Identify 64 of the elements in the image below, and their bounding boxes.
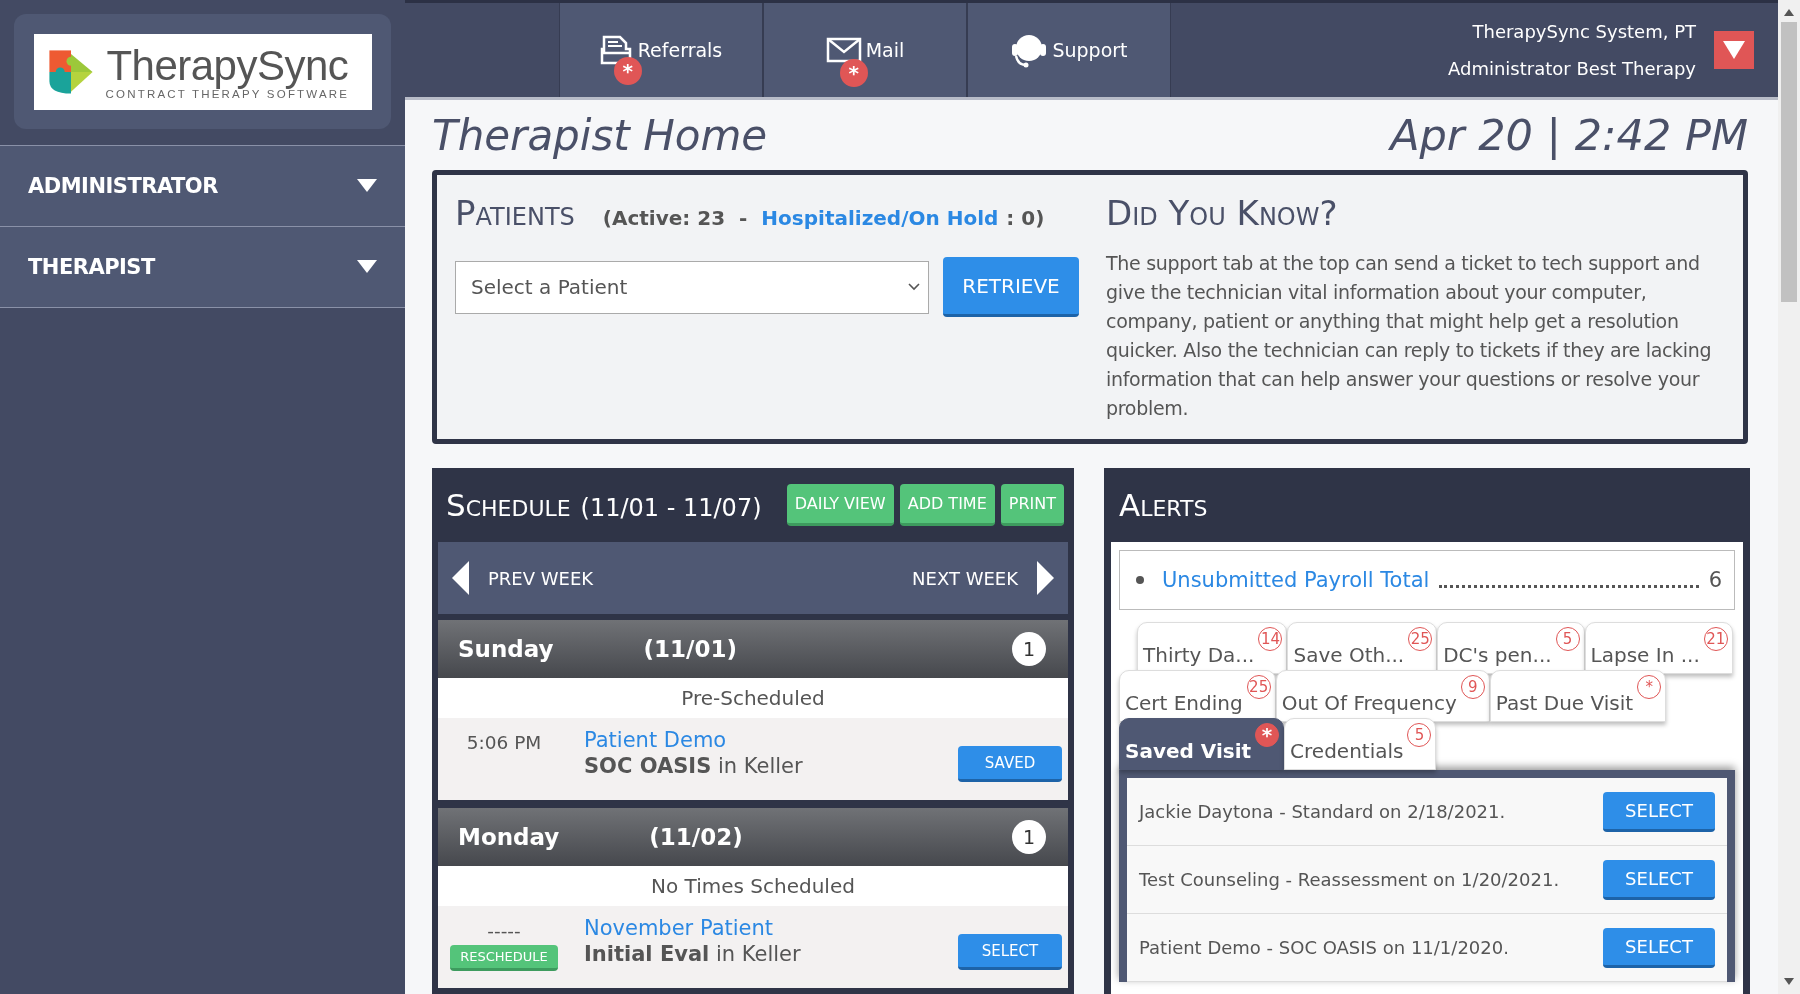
inbox-tray-icon: [599, 35, 634, 65]
visit-time: -----: [487, 920, 521, 941]
alert-tab[interactable]: Lapse In ... 21: [1584, 622, 1733, 674]
hospitalized-count: : 0): [1006, 206, 1045, 230]
prev-week-button[interactable]: PREV WEEK: [452, 561, 594, 595]
scroll-up-icon[interactable]: [1784, 8, 1794, 16]
bullet-icon: [1136, 576, 1144, 584]
logo-wordmark: TherapySync: [106, 43, 349, 88]
payroll-link[interactable]: Unsubmitted Payroll Total: [1162, 568, 1430, 592]
day-name: Sunday: [458, 636, 554, 662]
alert-tab[interactable]: Credentials 5: [1284, 718, 1437, 770]
sidebar-item[interactable]: THERAPIST: [0, 227, 405, 308]
chevron-down-icon: [908, 283, 920, 291]
logo[interactable]: TherapySync CONTRACT THERAPY SOFTWARE: [33, 33, 372, 110]
visit-description: SOC OASIS in Keller: [584, 754, 803, 778]
nav-tab[interactable]: * Referrals: [559, 3, 763, 97]
visit-description: Initial Eval in Keller: [584, 942, 801, 966]
payroll-count: 6: [1708, 568, 1722, 592]
scrollbar-thumb[interactable]: [1781, 22, 1797, 302]
alert-tab[interactable]: Past Due Visit *: [1489, 670, 1667, 722]
day-count-badge: 1: [1012, 632, 1046, 666]
alert-tab[interactable]: Cert Ending 25: [1119, 670, 1276, 722]
alert-tab[interactable]: Thirty Da... 14: [1137, 622, 1288, 674]
day-name: Monday: [458, 824, 560, 850]
visit-time: 5:06 PM: [466, 732, 542, 753]
alert-item-text: Jackie Daytona - Standard on 2/18/2021.: [1139, 801, 1506, 822]
arrow-left-icon: [452, 561, 470, 595]
alert-tab[interactable]: Saved Visit *: [1119, 718, 1285, 770]
user-role: Administrator Best Therapy: [1448, 58, 1696, 79]
headset-icon: [1010, 32, 1049, 68]
patient-select[interactable]: Select a Patient: [455, 260, 929, 314]
alert-tab[interactable]: DC's pen... 5: [1437, 622, 1585, 674]
alert-item-text: Patient Demo - SOC OASIS on 11/1/2020.: [1139, 937, 1509, 958]
arrow-right-icon: [1036, 561, 1054, 595]
active-count: (Active: 23 -: [602, 206, 748, 230]
alert-item-text: Test Counseling - Reassessment on 1/20/2021.: [1139, 869, 1560, 890]
nav-tab[interactable]: * Mail: [763, 3, 967, 97]
day-date: (11/01): [643, 636, 738, 662]
panel-title: Alerts: [1119, 487, 1208, 523]
count-badge: *: [1255, 723, 1280, 747]
caret-down-icon: [1723, 41, 1745, 59]
day-date: (11/02): [649, 824, 743, 850]
mail-icon: [825, 37, 862, 63]
day-status: Pre-Scheduled: [438, 678, 1068, 718]
nav-tab[interactable]: Support: [967, 3, 1171, 97]
page-title: Therapist Home: [432, 110, 768, 160]
caret-down-icon: [357, 260, 377, 274]
caret-down-icon: [357, 179, 377, 193]
notification-badge: *: [839, 59, 868, 87]
user-name: TherapySync System, PT: [1472, 21, 1696, 42]
section-title: Did You Know?: [1106, 193, 1339, 233]
scrollbar[interactable]: [1778, 0, 1800, 994]
day-count-badge: 1: [1012, 820, 1046, 854]
alert-tab[interactable]: Out Of Frequency 9: [1275, 670, 1490, 722]
next-week-button[interactable]: NEXT WEEK: [912, 561, 1054, 595]
user-menu-button[interactable]: [1714, 31, 1754, 69]
panel-title: Schedule (11/01 - 11/07): [446, 487, 762, 523]
day-status: No Times Scheduled: [438, 866, 1068, 906]
date-time: Apr 20 | 2:42 PM: [1390, 110, 1748, 160]
sidebar-item[interactable]: ADMINISTRATOR: [0, 146, 405, 227]
scroll-down-icon[interactable]: [1784, 978, 1794, 986]
section-title: Patients: [455, 193, 575, 233]
notification-badge: *: [613, 57, 642, 85]
tip-text: The support tab at the top can send a ticket to tech support and give the technician vital information about your computer, company, patient or anything that might help get a resolution quicker. Also the technician can reply to tickets if they are lacking information that can help answer your questions or resolve your problem.: [1106, 251, 1713, 421]
